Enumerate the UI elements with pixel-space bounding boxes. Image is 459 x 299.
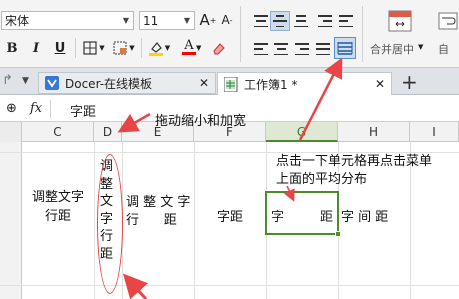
arrow-to-selected-cell bbox=[283, 185, 295, 202]
annotation-arrows bbox=[117, 57, 343, 299]
arrow-bottom bbox=[122, 273, 148, 299]
arrow-to-distribute-button bbox=[298, 57, 343, 141]
arrow-to-column-d bbox=[117, 112, 151, 133]
